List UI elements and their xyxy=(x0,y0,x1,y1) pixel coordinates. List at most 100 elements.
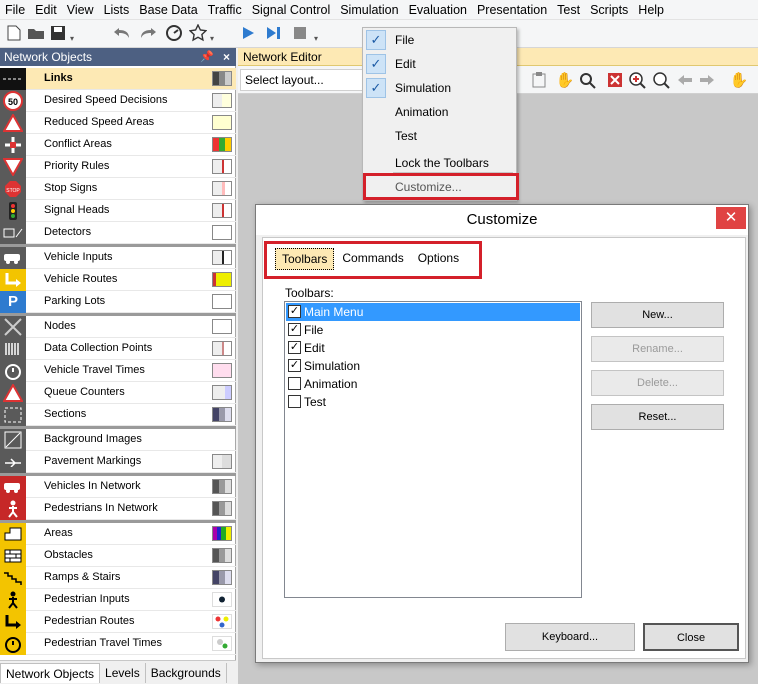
color-swatch[interactable] xyxy=(212,570,232,585)
list-item-pedestrians-in-network[interactable]: Pedestrians In Network xyxy=(0,497,236,520)
tab-levels[interactable]: Levels xyxy=(100,662,146,683)
color-swatch[interactable] xyxy=(212,407,232,422)
menu-evaluation[interactable]: Evaluation xyxy=(404,0,472,20)
color-swatch[interactable] xyxy=(212,341,232,356)
zoom-refresh-icon[interactable] xyxy=(578,71,596,89)
pan-hand-icon[interactable]: ✋ xyxy=(556,71,575,89)
menu-test[interactable]: Test xyxy=(552,0,585,20)
color-swatch[interactable] xyxy=(212,479,232,494)
redo-icon[interactable] xyxy=(138,23,158,43)
list-item-stop-signs[interactable]: STOP Stop Signs xyxy=(0,177,236,200)
delete-button[interactable]: Delete... xyxy=(591,370,724,396)
menu-item-edit-toolbar[interactable]: ✓ Edit xyxy=(363,52,516,76)
tab-network-objects[interactable]: Network Objects xyxy=(0,662,101,683)
list-item-links[interactable]: Links xyxy=(0,67,236,90)
list-item-parking-lots[interactable]: P Parking Lots xyxy=(0,290,236,313)
list-item-queue-counters[interactable]: Queue Counters xyxy=(0,381,236,404)
save-dropdown-icon[interactable]: ▾ xyxy=(70,34,74,43)
color-swatch[interactable] xyxy=(212,203,232,218)
toolbars-listbox[interactable]: ✓ Main Menu ✓ File ✓ Edit ✓ Simulation A… xyxy=(284,301,582,598)
close-panel-icon[interactable]: × xyxy=(223,48,230,66)
list-item-vehicles-in-network[interactable]: Vehicles In Network xyxy=(0,475,236,498)
checkbox-main-menu[interactable]: ✓ xyxy=(288,305,301,318)
step-icon[interactable] xyxy=(264,23,284,43)
color-swatch[interactable] xyxy=(212,250,232,265)
zoom-in-icon[interactable] xyxy=(628,71,646,89)
menu-file[interactable]: File xyxy=(0,0,30,20)
list-item-vehicle-inputs[interactable]: Vehicle Inputs xyxy=(0,246,236,269)
color-swatch[interactable] xyxy=(212,614,232,629)
list-item-reduced-speed-areas[interactable]: Reduced Speed Areas xyxy=(0,111,236,134)
menu-base-data[interactable]: Base Data xyxy=(134,0,202,20)
list-item-sections[interactable]: Sections xyxy=(0,403,236,426)
zoom-out-icon[interactable] xyxy=(652,71,670,89)
menu-edit[interactable]: Edit xyxy=(30,0,62,20)
color-swatch[interactable] xyxy=(212,225,232,240)
save-icon[interactable] xyxy=(48,23,68,43)
list-item-pedestrian-travel-times[interactable]: Pedestrian Travel Times xyxy=(0,632,236,655)
color-swatch[interactable] xyxy=(212,319,232,334)
undo-icon[interactable] xyxy=(112,23,132,43)
speed-gauge-icon[interactable] xyxy=(164,23,184,43)
color-swatch[interactable] xyxy=(212,294,232,309)
close-icon[interactable]: ✕ xyxy=(716,207,746,229)
list-item-pedestrian-inputs[interactable]: Pedestrian Inputs xyxy=(0,588,236,611)
grab-hand-icon[interactable]: ✋ xyxy=(730,71,749,89)
zoom-extent-icon[interactable] xyxy=(606,71,624,89)
list-item-obstacles[interactable]: Obstacles xyxy=(0,544,236,567)
checkbox-simulation[interactable]: ✓ xyxy=(288,359,301,372)
color-swatch[interactable] xyxy=(212,137,232,152)
list-item-pedestrian-routes[interactable]: Pedestrian Routes xyxy=(0,610,236,633)
list-item-background-images[interactable]: Background Images xyxy=(0,428,236,451)
color-swatch[interactable] xyxy=(212,526,232,541)
checkbox-file[interactable]: ✓ xyxy=(288,323,301,336)
menu-signal-control[interactable]: Signal Control xyxy=(247,0,336,20)
color-swatch[interactable] xyxy=(212,363,232,378)
list-item-pavement-markings[interactable]: Pavement Markings xyxy=(0,450,236,473)
new-button[interactable]: New... xyxy=(591,302,724,328)
favorites-icon[interactable] xyxy=(188,23,208,43)
color-swatch[interactable] xyxy=(212,501,232,516)
list-item-ramps-stairs[interactable]: Ramps & Stairs xyxy=(0,566,236,589)
list-item-test[interactable]: Test xyxy=(286,393,580,411)
menu-help[interactable]: Help xyxy=(633,0,669,20)
color-swatch[interactable] xyxy=(212,636,232,651)
color-swatch[interactable] xyxy=(212,272,232,287)
menu-view[interactable]: View xyxy=(62,0,99,20)
play-icon[interactable] xyxy=(238,23,258,43)
rename-button[interactable]: Rename... xyxy=(591,336,724,362)
list-item-simulation[interactable]: ✓ Simulation xyxy=(286,357,580,375)
pin-icon[interactable]: 📌 xyxy=(200,48,214,66)
list-item-vehicle-routes[interactable]: Vehicle Routes xyxy=(0,268,236,291)
favorites-dropdown-icon[interactable]: ▾ xyxy=(210,34,214,43)
color-swatch[interactable] xyxy=(212,159,232,174)
list-item-animation[interactable]: Animation xyxy=(286,375,580,393)
back-arrow-icon[interactable] xyxy=(676,71,694,89)
forward-arrow-icon[interactable] xyxy=(698,71,716,89)
list-item-desired-speed-decisions[interactable]: 50 Desired Speed Decisions xyxy=(0,89,236,112)
tab-backgrounds[interactable]: Backgrounds xyxy=(146,662,227,683)
close-button[interactable]: Close xyxy=(643,623,739,651)
list-item-signal-heads[interactable]: Signal Heads xyxy=(0,199,236,222)
list-item-vehicle-travel-times[interactable]: Vehicle Travel Times xyxy=(0,359,236,382)
color-swatch[interactable] xyxy=(212,93,232,108)
color-swatch[interactable] xyxy=(212,548,232,563)
keyboard-button[interactable]: Keyboard... xyxy=(505,623,635,651)
color-swatch[interactable] xyxy=(212,71,232,86)
menu-item-animation-toolbar[interactable]: Animation xyxy=(363,100,516,124)
layout-select[interactable]: Select layout... xyxy=(240,69,364,91)
checkbox-edit[interactable]: ✓ xyxy=(288,341,301,354)
list-item-edit[interactable]: ✓ Edit xyxy=(286,339,580,357)
list-item-main-menu[interactable]: ✓ Main Menu xyxy=(286,303,580,321)
menu-item-simulation-toolbar[interactable]: ✓ Simulation xyxy=(363,76,516,100)
list-item-conflict-areas[interactable]: Conflict Areas xyxy=(0,133,236,156)
color-swatch[interactable] xyxy=(212,181,232,196)
clipboard-icon[interactable] xyxy=(530,71,548,89)
list-item-nodes[interactable]: Nodes xyxy=(0,315,236,338)
menu-simulation[interactable]: Simulation xyxy=(335,0,403,20)
menu-item-test-toolbar[interactable]: Test xyxy=(363,124,516,148)
stop-icon[interactable] xyxy=(290,23,310,43)
color-swatch[interactable] xyxy=(212,385,232,400)
checkbox-test[interactable] xyxy=(288,395,301,408)
list-item-data-collection-points[interactable]: Data Collection Points xyxy=(0,337,236,360)
